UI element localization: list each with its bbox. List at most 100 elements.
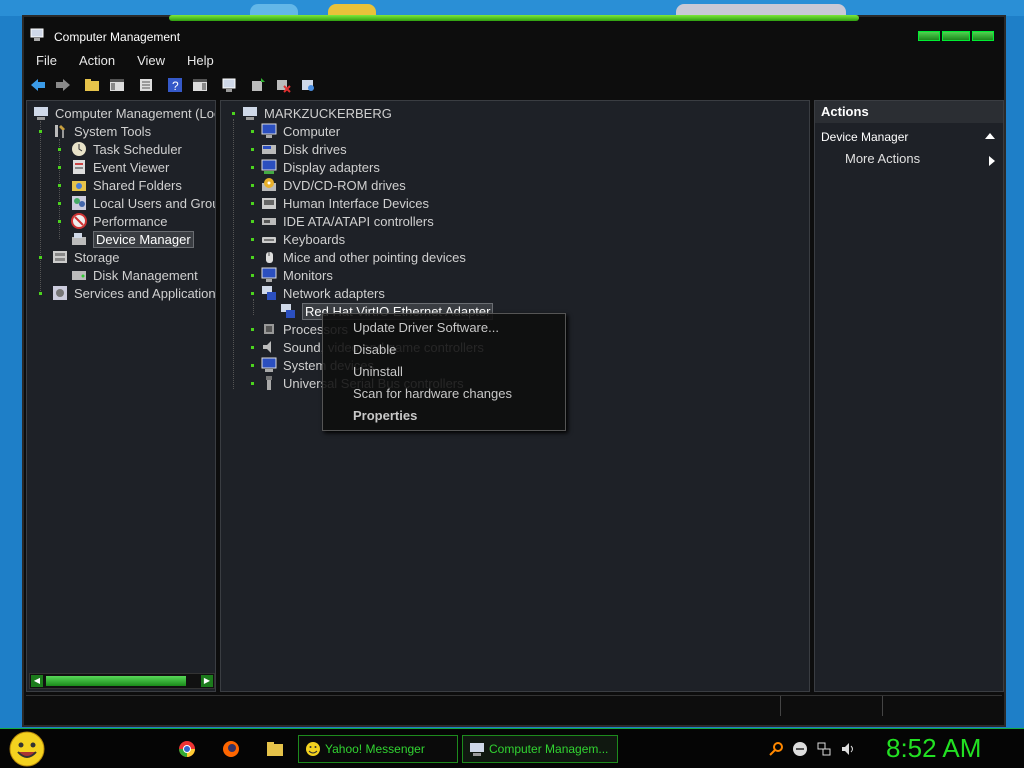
menu-action[interactable]: Action xyxy=(67,49,125,71)
menu-help[interactable]: Help xyxy=(175,49,224,71)
tree-item-label: Device Manager xyxy=(93,230,194,248)
network-icon xyxy=(262,286,276,300)
tools-icon xyxy=(55,125,65,138)
expand-marker[interactable] xyxy=(251,382,254,385)
show-hide-console-tree-icon[interactable] xyxy=(107,75,127,95)
services-icon xyxy=(53,286,67,300)
menu-item-uninstall[interactable]: Uninstall xyxy=(353,364,403,379)
scrollbar-thumb[interactable] xyxy=(46,676,186,686)
expand-marker[interactable] xyxy=(251,328,254,331)
expand-marker[interactable] xyxy=(58,184,61,187)
device-category-keyboards[interactable]: Keyboards xyxy=(261,230,345,248)
device-category-hid[interactable]: Human Interface Devices xyxy=(261,194,429,212)
uninstall-icon[interactable] xyxy=(273,75,293,95)
taskbar-button-computer-management[interactable]: Computer Managem... xyxy=(462,735,618,763)
volume-icon[interactable] xyxy=(840,741,856,757)
window-controls xyxy=(916,31,994,41)
tree-item-performance[interactable]: Performance xyxy=(71,212,167,230)
device-category-display-adapters[interactable]: Display adapters xyxy=(261,158,380,176)
expand-marker[interactable] xyxy=(251,364,254,367)
menu-item-properties[interactable]: Properties xyxy=(353,408,417,423)
tree-item-device-manager[interactable]: Device Manager xyxy=(71,230,194,248)
taskbar-button-yahoo-messenger[interactable]: Yahoo! Messenger xyxy=(298,735,458,763)
expand-marker[interactable] xyxy=(39,130,42,133)
forward-arrow-icon[interactable] xyxy=(53,75,73,95)
menu-file[interactable]: File xyxy=(24,49,67,71)
scroll-right-arrow-icon[interactable]: ▶ xyxy=(201,675,213,687)
device-category-disk-drives[interactable]: Disk drives xyxy=(261,140,347,158)
device-root-markzuckerberg[interactable]: MARKZUCKERBERG xyxy=(242,104,392,122)
processor-icon xyxy=(264,324,274,334)
horizontal-scrollbar[interactable]: ◀ ▶ xyxy=(29,673,215,689)
device-category-network-adapters[interactable]: Network adapters xyxy=(261,284,385,302)
collapse-caret-icon[interactable] xyxy=(985,133,995,139)
tree-item-system-tools[interactable]: System Tools xyxy=(52,122,151,140)
expand-marker[interactable] xyxy=(251,220,254,223)
firefox-icon[interactable] xyxy=(222,740,240,758)
status-tray-icon[interactable] xyxy=(792,741,808,757)
tree-item-local-users[interactable]: Local Users and Grou xyxy=(71,194,215,212)
usb-icon xyxy=(266,376,272,390)
expand-marker[interactable] xyxy=(232,112,235,115)
scan-hardware-icon[interactable] xyxy=(298,75,318,95)
expand-marker[interactable] xyxy=(39,256,42,259)
export-list-icon[interactable] xyxy=(136,75,156,95)
tree-item-task-scheduler[interactable]: Task Scheduler xyxy=(71,140,182,158)
taskbar-clock[interactable]: 8:52 AM xyxy=(886,733,981,764)
device-label: IDE ATA/ATAPI controllers xyxy=(283,213,434,229)
tree-item-services-applications[interactable]: Services and Applications xyxy=(52,284,215,302)
chrome-icon[interactable] xyxy=(178,740,196,758)
device-category-dvd-drives[interactable]: DVD/CD-ROM drives xyxy=(261,176,406,194)
tree-item-storage[interactable]: Storage xyxy=(52,248,120,266)
device-category-mice[interactable]: Mice and other pointing devices xyxy=(261,248,466,266)
expand-marker[interactable] xyxy=(58,220,61,223)
tree-item-event-viewer[interactable]: Event Viewer xyxy=(71,158,169,176)
network-tray-icon[interactable] xyxy=(816,741,832,757)
device-category-monitors[interactable]: Monitors xyxy=(261,266,333,284)
expand-marker[interactable] xyxy=(251,274,254,277)
collapse-marker[interactable] xyxy=(251,292,254,295)
device-label: Mice and other pointing devices xyxy=(283,249,466,265)
show-hide-action-pane-icon[interactable] xyxy=(190,75,210,95)
back-arrow-icon[interactable] xyxy=(28,75,48,95)
computer-icon[interactable] xyxy=(219,75,239,95)
title-bar[interactable]: Computer Management xyxy=(24,21,1004,49)
expand-marker[interactable] xyxy=(251,166,254,169)
hid-icon xyxy=(262,198,276,209)
menu-item-update-driver[interactable]: Update Driver Software... xyxy=(353,320,499,335)
expand-marker[interactable] xyxy=(251,346,254,349)
expand-marker[interactable] xyxy=(58,148,61,151)
expand-marker[interactable] xyxy=(251,256,254,259)
tree-item-computer-management[interactable]: Computer Management (Loc xyxy=(33,104,215,122)
device-label: Computer xyxy=(283,123,341,139)
close-button[interactable] xyxy=(972,31,994,41)
tree-item-disk-management[interactable]: Disk Management xyxy=(71,266,198,284)
expand-marker[interactable] xyxy=(251,148,254,151)
expand-marker[interactable] xyxy=(58,166,61,169)
file-explorer-icon[interactable] xyxy=(266,740,284,758)
search-icon[interactable] xyxy=(768,741,784,757)
update-driver-icon[interactable] xyxy=(248,75,268,95)
expand-marker[interactable] xyxy=(39,292,42,295)
device-category-computer[interactable]: Computer xyxy=(261,122,340,140)
maximize-button[interactable] xyxy=(942,31,970,41)
expand-marker[interactable] xyxy=(251,238,254,241)
scroll-left-arrow-icon[interactable]: ◀ xyxy=(31,675,43,687)
folder-up-icon[interactable] xyxy=(82,75,102,95)
device-category-ide[interactable]: IDE ATA/ATAPI controllers xyxy=(261,212,434,230)
menu-item-scan-hardware[interactable]: Scan for hardware changes xyxy=(353,386,512,401)
menu-item-disable[interactable]: Disable xyxy=(353,342,396,357)
expand-marker[interactable] xyxy=(251,130,254,133)
expand-marker[interactable] xyxy=(251,184,254,187)
help-icon[interactable]: ? xyxy=(165,75,185,95)
more-actions-link[interactable]: More Actions xyxy=(845,151,920,166)
tree-line xyxy=(59,139,60,239)
start-smiley-icon[interactable] xyxy=(8,730,46,768)
expand-marker[interactable] xyxy=(251,202,254,205)
users-icon xyxy=(72,196,86,210)
expand-marker[interactable] xyxy=(58,202,61,205)
actions-section-device-manager[interactable]: Device Manager xyxy=(815,127,1003,147)
minimize-button[interactable] xyxy=(918,31,940,41)
tree-item-shared-folders[interactable]: Shared Folders xyxy=(71,176,182,194)
menu-view[interactable]: View xyxy=(125,49,175,71)
